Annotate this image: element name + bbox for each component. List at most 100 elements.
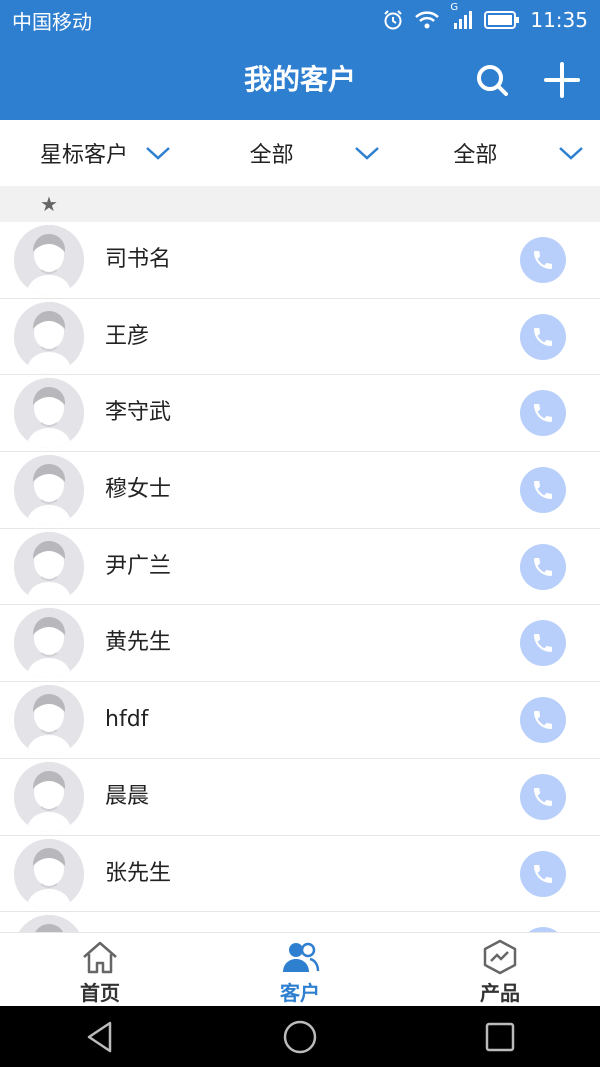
avatar — [14, 378, 84, 449]
wifi-icon — [414, 10, 440, 30]
call-button[interactable] — [520, 773, 566, 820]
phone-icon — [534, 251, 552, 269]
phone-icon — [534, 327, 552, 346]
avatar-placeholder-icon — [14, 608, 84, 679]
call-button[interactable] — [520, 313, 566, 360]
phone-icon — [534, 787, 552, 806]
customer-name: 黄先生 — [105, 630, 172, 656]
star-icon: ★ — [40, 192, 58, 216]
avatar-placeholder-icon — [14, 301, 84, 372]
status-icons: G 11:35 — [382, 2, 588, 32]
customers-icon — [283, 942, 320, 972]
customer-name: hfdf — [105, 707, 149, 733]
add-customer-button[interactable] — [540, 58, 584, 102]
chevron-down-icon — [355, 147, 380, 160]
phone-icon — [534, 557, 552, 576]
tab-label: 首页 — [80, 981, 120, 1005]
call-button[interactable] — [520, 850, 566, 897]
home-icon — [83, 941, 117, 974]
avatar — [14, 531, 84, 602]
tab-home[interactable]: 首页 — [0, 933, 200, 1006]
filter-category-dropdown[interactable]: 全部 — [187, 120, 397, 186]
network-type-label: G — [450, 2, 459, 13]
customer-row[interactable]: 王彦 — [0, 298, 600, 376]
avatar — [14, 685, 84, 756]
call-button[interactable] — [520, 543, 566, 590]
recents-square-icon — [485, 1022, 515, 1051]
avatar-placeholder-icon — [14, 225, 84, 295]
customer-list[interactable]: 司书名王彦李守武穆女士尹广兰黄先生 hfdf 晨晨张先生 — [0, 222, 600, 932]
avatar — [14, 915, 84, 932]
clock-time: 11:35 — [530, 8, 588, 32]
search-icon — [477, 65, 508, 96]
avatar-placeholder-icon — [14, 761, 84, 832]
customer-name: 张先生 — [105, 860, 172, 886]
product-icon — [483, 939, 517, 975]
filter-status-dropdown[interactable]: 全部 — [396, 120, 600, 186]
phone-icon — [534, 864, 552, 883]
avatar — [14, 225, 84, 295]
tab-label: 产品 — [480, 981, 520, 1005]
customer-name: 尹广兰 — [105, 553, 172, 579]
bottom-tab-bar: 首页 客户 产品 — [0, 932, 600, 1006]
customer-name: 司书名 — [105, 247, 172, 272]
carrier-name: 中国移动 — [12, 9, 92, 34]
avatar — [14, 838, 84, 909]
customer-row[interactable]: 黄先生 — [0, 605, 600, 683]
battery-icon — [484, 11, 520, 29]
filter-star-dropdown[interactable]: 星标客户 — [0, 120, 187, 186]
filter-bar: 星标客户 全部 全部 — [0, 120, 600, 186]
section-header-starred: ★ — [0, 186, 600, 222]
phone-icon — [534, 634, 552, 653]
customer-name: 李守武 — [105, 400, 172, 426]
home-circle-icon — [283, 1020, 317, 1053]
customer-row[interactable]: 晨晨 — [0, 758, 600, 836]
call-button[interactable] — [520, 390, 566, 437]
alarm-icon — [382, 9, 404, 31]
phone-icon — [534, 711, 552, 730]
app-bar: 我的客户 — [0, 40, 600, 120]
plus-icon — [544, 62, 580, 98]
customer-row[interactable]: 李守武 — [0, 375, 600, 453]
phone-icon — [534, 404, 552, 423]
avatar-placeholder-icon — [14, 378, 84, 449]
search-button[interactable] — [470, 58, 514, 102]
call-button[interactable] — [520, 697, 566, 744]
customer-name: 穆女士 — [105, 477, 172, 503]
avatar-placeholder-icon — [14, 915, 84, 932]
tab-label: 客户 — [280, 981, 320, 1005]
customer-row[interactable]: 尹广兰 — [0, 528, 600, 606]
tab-product[interactable]: 产品 — [400, 933, 600, 1006]
signal-icon: G — [450, 2, 474, 30]
customer-name: 王彦 — [105, 323, 150, 349]
back-button[interactable] — [70, 1012, 130, 1062]
call-button[interactable] — [520, 237, 566, 283]
customer-row[interactable]: hfdf — [0, 682, 600, 759]
chevron-down-icon — [559, 147, 583, 160]
avatar-placeholder-icon — [14, 455, 84, 526]
back-triangle-icon — [87, 1021, 112, 1052]
call-button[interactable] — [520, 620, 566, 667]
avatar-placeholder-icon — [14, 531, 84, 602]
customer-name: 晨晨 — [105, 783, 150, 809]
avatar — [14, 301, 84, 372]
avatar — [14, 455, 84, 526]
filter-label: 全部 — [249, 143, 294, 168]
avatar — [14, 608, 84, 679]
customer-row[interactable]: 司书名 — [0, 222, 600, 299]
avatar-placeholder-icon — [14, 685, 84, 756]
system-nav-bar — [0, 1006, 600, 1067]
app-root: 中国移动 G 11:35 我的客户 星标客户 全部 全部 ★ 司书名 王彦 李守… — [0, 0, 600, 1067]
chevron-down-icon — [145, 147, 170, 160]
status-bar: 中国移动 G 11:35 — [0, 0, 600, 40]
customer-row[interactable]: 穆女士 — [0, 452, 600, 529]
customer-row[interactable]: 张先生 — [0, 835, 600, 913]
call-button[interactable] — [520, 467, 566, 514]
filter-label: 星标客户 — [40, 143, 129, 168]
home-nav-button[interactable] — [270, 1012, 330, 1062]
avatar — [14, 761, 84, 832]
customer-row-partial[interactable] — [0, 912, 600, 932]
tab-customers[interactable]: 客户 — [200, 933, 400, 1006]
recents-button[interactable] — [470, 1012, 530, 1062]
phone-icon — [534, 481, 552, 500]
